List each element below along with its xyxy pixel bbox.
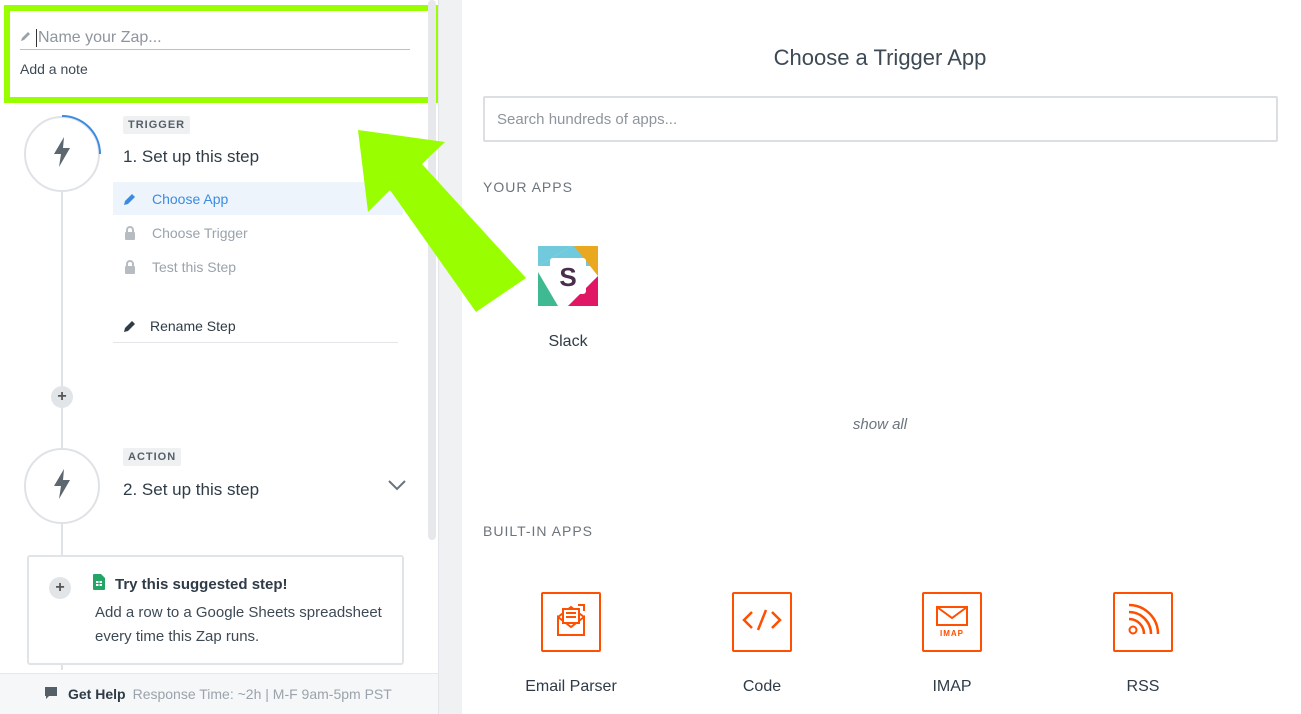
add-step-plus-icon[interactable]: +	[51, 386, 73, 408]
rss-label[interactable]: RSS	[1063, 678, 1223, 696]
show-all-link[interactable]: show all	[462, 416, 1298, 433]
your-apps-label: YOUR APPS	[483, 179, 573, 195]
app-chooser-panel: Choose a Trigger App YOUR APPS S Slack s…	[462, 0, 1301, 714]
help-bar: Get Help Response Time: ~2h | M-F 9am-5p…	[0, 673, 438, 714]
suggested-step-text: Add a row to a Google Sheets spreadsheet…	[95, 604, 382, 645]
pencil-icon	[123, 192, 137, 206]
steps-scrollbar[interactable]	[428, 0, 436, 540]
slack-app-label[interactable]: Slack	[518, 333, 618, 351]
get-help-link[interactable]: Get Help	[68, 686, 126, 702]
chat-icon	[44, 686, 68, 703]
rename-step-label: Rename Step	[150, 317, 236, 334]
zap-editor: Add a note TRIGGER 1. Set up this step C…	[0, 0, 1301, 714]
choose-app-label: Choose App	[152, 190, 229, 207]
action-step-circle[interactable]	[24, 448, 100, 524]
test-step-item: Test this Step	[113, 250, 403, 283]
imap-icon: IMAP	[936, 606, 968, 638]
zap-name-input[interactable]	[36, 28, 396, 47]
rss-icon	[1126, 603, 1160, 642]
google-sheets-icon	[93, 574, 115, 594]
add-note-link[interactable]: Add a note	[20, 61, 88, 77]
slack-logo[interactable]: S	[538, 246, 598, 306]
action-step-title[interactable]: 2. Set up this step	[123, 480, 259, 500]
choose-trigger-label: Choose Trigger	[152, 224, 248, 241]
page-title: Choose a Trigger App	[773, 45, 987, 70]
imap-badge: IMAP	[940, 629, 964, 638]
lock-icon	[123, 225, 137, 240]
response-time-text: Response Time: ~2h | M-F 9am-5pm PST	[132, 686, 392, 702]
zap-name-highlight	[4, 5, 438, 103]
add-suggested-step-plus-icon[interactable]: +	[49, 577, 71, 599]
rename-step-button[interactable]: Rename Step	[113, 309, 398, 343]
trigger-step-title[interactable]: 1. Set up this step	[123, 147, 259, 167]
panel-divider	[438, 0, 462, 714]
action-tag: ACTION	[123, 448, 182, 466]
bolt-icon	[52, 468, 72, 505]
code-icon	[742, 608, 782, 637]
suggested-step-title-text: Try this suggested step!	[115, 575, 288, 593]
code-tile[interactable]	[732, 592, 792, 652]
rss-tile[interactable]	[1113, 592, 1173, 652]
code-label[interactable]: Code	[682, 678, 842, 696]
chevron-down-icon[interactable]	[386, 478, 408, 492]
pencil-icon	[123, 319, 137, 333]
builtin-apps-label: BUILT-IN APPS	[483, 523, 593, 539]
svg-text:S: S	[559, 262, 576, 292]
app-search-input[interactable]	[483, 96, 1278, 142]
test-step-label: Test this Step	[152, 258, 237, 275]
choose-trigger-item: Choose Trigger	[113, 216, 403, 249]
trigger-tag: TRIGGER	[123, 116, 191, 134]
imap-label[interactable]: IMAP	[872, 678, 1032, 696]
choose-app-item[interactable]: Choose App	[113, 182, 403, 215]
lock-icon	[123, 259, 137, 274]
trigger-progress-arc	[61, 115, 101, 155]
email-parser-icon	[554, 603, 588, 642]
steps-panel: Add a note TRIGGER 1. Set up this step C…	[0, 0, 438, 714]
email-parser-label[interactable]: Email Parser	[491, 678, 651, 696]
email-parser-tile[interactable]	[541, 592, 601, 652]
suggested-step-title: Try this suggested step!	[93, 574, 288, 594]
zap-name-row	[20, 26, 410, 50]
imap-tile[interactable]: IMAP	[922, 592, 982, 652]
pencil-icon	[20, 29, 36, 47]
